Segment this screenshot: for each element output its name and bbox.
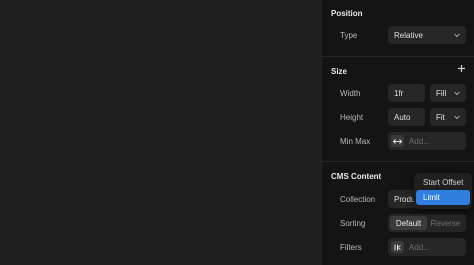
height-mode-select[interactable]: Fit xyxy=(430,108,466,126)
chevron-down-icon xyxy=(454,91,460,96)
chevron-down-icon xyxy=(454,115,460,120)
width-mode-value: Fill xyxy=(436,88,447,98)
cms-section-title: CMS Content xyxy=(331,172,382,181)
sorting-label: Sorting xyxy=(340,219,366,228)
height-input-value: Auto xyxy=(394,112,411,122)
design-canvas[interactable] xyxy=(0,0,321,265)
height-label: Height xyxy=(340,113,364,122)
size-section-title: Size xyxy=(331,67,348,76)
collection-options-menu: Start Offset Limit xyxy=(414,173,472,209)
filters-input[interactable]: Add... xyxy=(388,238,466,256)
menu-item-limit[interactable]: Limit xyxy=(416,190,470,205)
minmax-placeholder: Add... xyxy=(409,136,430,146)
width-mode-select[interactable]: Fill xyxy=(430,84,466,102)
type-select[interactable]: Relative xyxy=(388,26,466,44)
filters-placeholder: Add... xyxy=(409,242,430,252)
width-label: Width xyxy=(340,89,361,98)
menu-item-start-offset[interactable]: Start Offset xyxy=(416,175,470,190)
section-divider xyxy=(322,161,474,162)
resize-horizontal-icon xyxy=(391,135,404,147)
minmax-input[interactable]: Add... xyxy=(388,132,466,150)
type-label: Type xyxy=(340,31,358,40)
type-select-value: Relative xyxy=(394,30,423,40)
filter-icon xyxy=(391,241,404,253)
chevron-down-icon xyxy=(454,33,460,38)
properties-panel: Position Type Relative Size Width 1fr Fi… xyxy=(321,0,474,265)
sorting-default-option[interactable]: Default xyxy=(390,216,427,230)
position-section-title: Position xyxy=(331,9,363,18)
sorting-segmented-control: Default Reverse xyxy=(388,214,466,232)
filters-label: Filters xyxy=(340,243,362,252)
minmax-label: Min Max xyxy=(340,137,371,146)
height-input[interactable]: Auto xyxy=(388,108,425,126)
collection-label: Collection xyxy=(340,195,376,204)
width-input[interactable]: 1fr xyxy=(388,84,425,102)
add-icon[interactable] xyxy=(457,64,466,73)
height-mode-value: Fit xyxy=(436,112,445,122)
width-input-value: 1fr xyxy=(394,88,404,98)
section-divider xyxy=(322,56,474,57)
sorting-reverse-option[interactable]: Reverse xyxy=(427,216,464,230)
